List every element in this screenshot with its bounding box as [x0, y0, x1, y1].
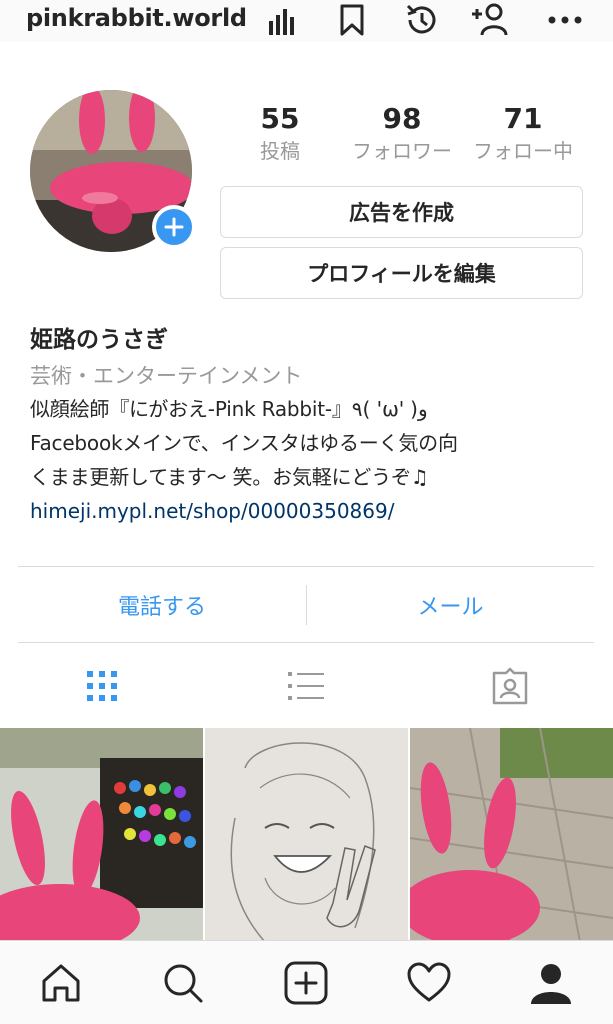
more-icon[interactable] — [545, 0, 585, 40]
profile-icon[interactable] — [527, 959, 575, 1007]
activity-heart-icon[interactable] — [405, 959, 453, 1007]
profile-category: 芸術・エンターテインメント — [30, 364, 303, 388]
bookmark-icon[interactable] — [332, 0, 372, 40]
add-person-icon[interactable] — [470, 0, 510, 40]
following-count-value: 71 — [503, 102, 543, 135]
edit-profile-button[interactable]: プロフィールを編集 — [220, 247, 583, 299]
followers-count[interactable]: 98 フォロワー — [342, 100, 462, 164]
plus-icon — [164, 217, 184, 237]
post-thumbnail[interactable] — [410, 728, 613, 942]
post-thumbnail[interactable] — [0, 728, 203, 942]
list-view-icon[interactable] — [276, 660, 336, 712]
bottom-navigation — [0, 940, 613, 1024]
following-count-label: フォロー中 — [473, 139, 573, 163]
call-button[interactable]: 電話する — [18, 567, 306, 643]
profile-name: 姫路のうさぎ — [30, 327, 168, 353]
profile-website-link[interactable]: himeji.mypl.net/shop/00000350869/ — [30, 494, 600, 528]
posts-count-value: 55 — [260, 102, 300, 135]
grid-view-icon[interactable] — [72, 660, 132, 712]
add-story-button[interactable] — [152, 205, 196, 249]
followers-count-label: フォロワー — [352, 139, 452, 163]
pink-rabbit-outdoors-image — [410, 728, 613, 942]
insights-icon[interactable] — [262, 0, 302, 40]
email-button[interactable]: メール — [307, 567, 594, 643]
profile-description: 似顔絵師『にがおえ-Pink Rabbit-』٩( 'ω' )و Faceboo… — [30, 397, 458, 489]
following-count[interactable]: 71 フォロー中 — [463, 100, 583, 164]
create-ad-button[interactable]: 広告を作成 — [220, 186, 583, 238]
photo-grid — [0, 728, 613, 942]
posts-count-label: 投稿 — [260, 139, 300, 163]
sketch-of-smiling-girl-image — [205, 728, 408, 942]
contact-row: 電話する メール — [18, 566, 594, 643]
pink-rabbit-with-markers-image — [0, 728, 203, 942]
home-icon[interactable] — [37, 959, 85, 1007]
search-icon[interactable] — [159, 959, 207, 1007]
posts-count: 55 投稿 — [220, 100, 340, 164]
history-icon[interactable] — [402, 0, 442, 40]
profile-username[interactable]: pinkrabbit.world — [26, 4, 247, 32]
profile-bio: 姫路のうさぎ 芸術・エンターテインメント 似顔絵師『にがおえ-Pink Rabb… — [30, 320, 600, 528]
top-bar: pinkrabbit.world — [0, 0, 613, 42]
new-post-icon[interactable] — [282, 959, 330, 1007]
tagged-icon[interactable] — [480, 660, 540, 712]
followers-count-value: 98 — [382, 102, 422, 135]
post-thumbnail[interactable] — [205, 728, 408, 942]
